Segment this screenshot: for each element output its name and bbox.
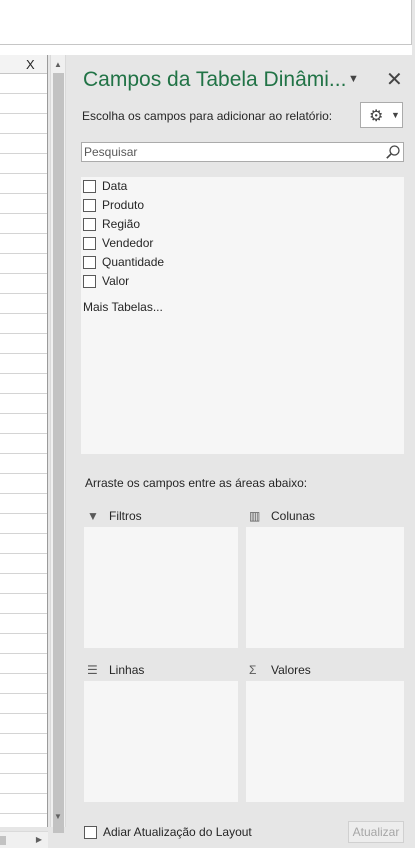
values-drop-area[interactable]: [246, 681, 404, 802]
close-icon[interactable]: ✕: [386, 67, 403, 92]
column-header[interactable]: X: [0, 55, 47, 74]
grid-row[interactable]: [0, 774, 47, 794]
scroll-right-icon[interactable]: ▶: [32, 832, 46, 848]
field-label: Região: [102, 217, 141, 231]
grid-row[interactable]: [0, 154, 47, 174]
column-letter: X: [26, 57, 35, 72]
filters-area-label: Filtros: [109, 509, 142, 523]
columns-area-label: Colunas: [271, 509, 316, 523]
grid-row[interactable]: [0, 554, 47, 574]
choose-fields-label: Escolha os campos para adicionar ao rela…: [82, 109, 333, 123]
pivot-fields-pane: Campos da Tabela Dinâmi... ▼ ✕ Escolha o…: [70, 55, 415, 848]
grid-row[interactable]: [0, 574, 47, 594]
field-label: Produto: [102, 198, 145, 212]
grid-row[interactable]: [0, 654, 47, 674]
values-area-label: Valores: [271, 663, 311, 677]
rows-drop-area[interactable]: [84, 681, 238, 802]
grid-row[interactable]: [0, 814, 47, 827]
defer-update-label: Adiar Atualização do Layout: [103, 825, 252, 839]
field-label: Data: [102, 179, 128, 193]
more-tables-link[interactable]: Mais Tabelas...: [83, 300, 163, 314]
field-checkbox[interactable]: [83, 180, 96, 193]
grid-row[interactable]: [0, 74, 47, 94]
grid-row[interactable]: [0, 314, 47, 334]
filters-drop-area[interactable]: [84, 527, 238, 648]
field-list: Data Produto Região Vendedor Quantidade …: [81, 177, 404, 454]
gear-icon: ⚙: [369, 108, 384, 125]
drag-fields-label: Arraste os campos entre as áreas abaixo:: [85, 476, 308, 490]
grid-row[interactable]: [0, 414, 47, 434]
grid-row[interactable]: [0, 354, 47, 374]
grid-row[interactable]: [0, 294, 47, 314]
grid-row[interactable]: [0, 234, 47, 254]
field-checkbox[interactable]: [83, 199, 96, 212]
scroll-thumb[interactable]: [53, 73, 64, 833]
rows-area-label: Linhas: [109, 663, 145, 677]
grid-row[interactable]: [0, 674, 47, 694]
columns-drop-area[interactable]: [246, 527, 404, 648]
grid-row[interactable]: [0, 734, 47, 754]
filter-icon: ▼: [87, 509, 99, 523]
scroll-up-icon[interactable]: ▲: [51, 57, 65, 73]
field-label: Vendedor: [102, 236, 154, 250]
search-box[interactable]: [81, 142, 404, 162]
defer-update-checkbox[interactable]: [84, 826, 97, 839]
horizontal-scrollbar[interactable]: ▶: [0, 831, 48, 848]
grid-row[interactable]: [0, 474, 47, 494]
chevron-down-icon: ▼: [391, 110, 400, 120]
grid-row[interactable]: [0, 614, 47, 634]
grid-row[interactable]: [0, 634, 47, 654]
pane-title: Campos da Tabela Dinâmi...: [83, 68, 347, 91]
field-checkbox[interactable]: [83, 275, 96, 288]
grid-row[interactable]: [0, 394, 47, 414]
grid-row[interactable]: [0, 194, 47, 214]
scroll-down-icon[interactable]: ▼: [51, 809, 65, 825]
field-checkbox[interactable]: [83, 218, 96, 231]
grid-row[interactable]: [0, 714, 47, 734]
spreadsheet-grid[interactable]: X: [0, 55, 48, 827]
grid-row[interactable]: [0, 114, 47, 134]
grid-row[interactable]: [0, 694, 47, 714]
grid-row[interactable]: [0, 374, 47, 394]
grid-row[interactable]: [0, 174, 47, 194]
field-checkbox[interactable]: [83, 237, 96, 250]
grid-rows[interactable]: [0, 74, 47, 827]
grid-row[interactable]: [0, 754, 47, 774]
grid-row[interactable]: [0, 254, 47, 274]
rows-icon: ☰: [87, 663, 98, 677]
grid-row[interactable]: [0, 334, 47, 354]
grid-row[interactable]: [0, 794, 47, 814]
grid-row[interactable]: [0, 434, 47, 454]
search-input[interactable]: [84, 144, 379, 160]
sigma-icon: Σ: [249, 663, 257, 677]
grid-row[interactable]: [0, 214, 47, 234]
horizontal-scroll-thumb[interactable]: [0, 836, 6, 845]
settings-button[interactable]: ⚙ ▼: [360, 102, 403, 128]
search-icon[interactable]: [385, 144, 401, 160]
update-button[interactable]: Atualizar: [348, 821, 404, 843]
grid-row[interactable]: [0, 594, 47, 614]
grid-row[interactable]: [0, 494, 47, 514]
formula-bar[interactable]: [0, 0, 412, 45]
grid-row[interactable]: [0, 94, 47, 114]
grid-row[interactable]: [0, 514, 47, 534]
field-label: Quantidade: [102, 255, 165, 269]
grid-row[interactable]: [0, 534, 47, 554]
field-checkbox[interactable]: [83, 256, 96, 269]
columns-icon: ▥: [249, 509, 261, 523]
spacer: [0, 45, 415, 55]
vertical-scrollbar[interactable]: ▲ ▼: [50, 55, 66, 833]
grid-row[interactable]: [0, 134, 47, 154]
grid-row[interactable]: [0, 274, 47, 294]
grid-row[interactable]: [0, 454, 47, 474]
dropdown-arrow-icon[interactable]: ▼: [348, 73, 359, 85]
field-label: Valor: [102, 274, 130, 288]
